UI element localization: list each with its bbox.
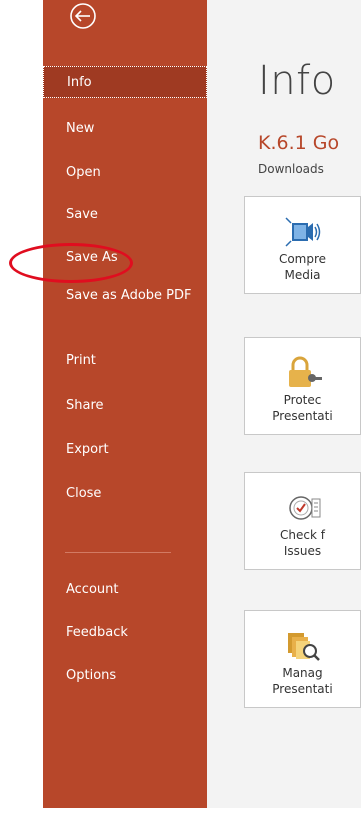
- protect-presentation-button[interactable]: Protec Presentati: [244, 337, 361, 435]
- check-issues-label: Check f Issues: [280, 528, 325, 558]
- nav-item-close[interactable]: Close: [43, 478, 207, 510]
- nav-item-info[interactable]: Info: [43, 66, 207, 98]
- nav-item-open[interactable]: Open: [43, 157, 207, 189]
- nav-item-new[interactable]: New: [43, 113, 207, 145]
- nav-item-feedback[interactable]: Feedback: [43, 617, 207, 649]
- nav-item-export[interactable]: Export: [43, 434, 207, 466]
- nav-item-share[interactable]: Share: [43, 390, 207, 422]
- check-issues-button[interactable]: Check f Issues: [244, 472, 361, 570]
- nav-item-account[interactable]: Account: [43, 574, 207, 606]
- manage-presentation-icon: [288, 633, 320, 661]
- compress-media-icon: [285, 217, 321, 247]
- nav-item-print[interactable]: Print: [43, 345, 207, 377]
- manage-presentation-label: Manag Presentati: [272, 666, 333, 696]
- back-arrow-icon: [70, 3, 96, 29]
- document-location[interactable]: Downloads: [258, 162, 324, 176]
- compress-media-label: Compre Media: [278, 252, 327, 282]
- check-issues-icon: [289, 496, 321, 520]
- save-as-highlight-annotation: [9, 243, 133, 283]
- nav-separator: [65, 552, 171, 553]
- document-title: K.6.1 Go: [258, 132, 340, 154]
- compress-media-button[interactable]: Compre Media: [244, 196, 361, 294]
- manage-presentation-button[interactable]: Manag Presentati: [244, 610, 361, 708]
- protect-presentation-icon: [289, 356, 322, 387]
- protect-presentation-label: Protec Presentati: [272, 393, 333, 423]
- back-button[interactable]: [65, 2, 101, 32]
- page-title: Info: [258, 58, 336, 104]
- nav-item-options[interactable]: Options: [43, 660, 207, 692]
- nav-item-save-as-adobe-pdf[interactable]: Save as Adobe PDF: [43, 284, 207, 334]
- nav-item-save[interactable]: Save: [43, 199, 207, 231]
